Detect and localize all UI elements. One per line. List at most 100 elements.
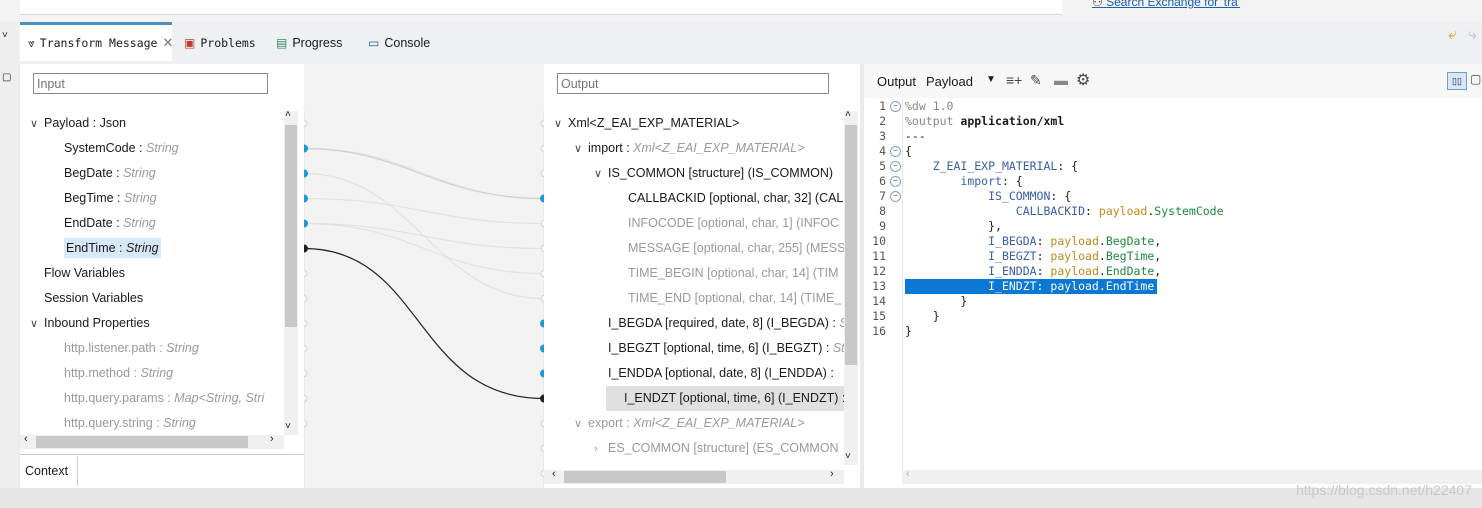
output-tree-row[interactable]: TIME_END [optional, char, 14] (TIME_	[628, 286, 841, 311]
code-line[interactable]: ---	[905, 129, 926, 144]
code-line[interactable]: %dw 1.0	[905, 99, 953, 114]
code-line[interactable]: }	[905, 294, 967, 309]
input-tree-row[interactable]: http.method : String	[64, 361, 173, 386]
input-tree-row[interactable]: http.listener.path : String	[64, 336, 199, 361]
back-arrow-icon[interactable]: ⤶	[1448, 26, 1457, 44]
input-connector-dot[interactable]	[304, 244, 308, 253]
code-line[interactable]: CALLBACKID: payload.SystemCode	[905, 204, 1224, 219]
input-tree-row[interactable]: BegTime : String	[64, 186, 157, 211]
scroll-up-icon[interactable]: ˄	[845, 109, 851, 120]
edit-icon[interactable]: ✎	[1030, 72, 1042, 89]
output-tree-row[interactable]: ∨ IS_COMMON [structure] (IS_COMMON)	[594, 161, 833, 186]
input-tree-row[interactable]: http.query.params : Map<String, Stri	[64, 386, 264, 411]
payload-selector[interactable]: Payload	[926, 74, 973, 89]
expand-chevron-icon[interactable]: ∨	[594, 162, 608, 187]
output-tree-row[interactable]: ∨ import : Xml<Z_EAI_EXP_MATERIAL>	[574, 136, 805, 161]
fold-toggle-icon[interactable]: −	[890, 176, 901, 187]
code-line[interactable]: },	[905, 219, 1002, 234]
tab-problems[interactable]: ▣ Problems	[184, 22, 256, 64]
input-connector-dot[interactable]	[304, 395, 308, 402]
input-connector-dot[interactable]	[304, 270, 308, 277]
expand-chevron-icon[interactable]: ∨	[574, 412, 588, 437]
output-tree-row[interactable]: I_ENDZT [optional, time, 6] (I_ENDZT) : …	[606, 386, 844, 411]
code-line[interactable]: I_ENDDA: payload.EndDate,	[905, 264, 1161, 279]
search-exchange-link[interactable]: ⚇ Search Exchange for 'tra'	[1092, 0, 1240, 9]
fold-toggle-icon[interactable]: −	[890, 191, 901, 202]
scroll-down-icon[interactable]: ˅	[845, 451, 851, 462]
close-icon[interactable]: ✕	[162, 35, 173, 51]
fold-toggle-icon[interactable]: −	[890, 161, 901, 172]
output-tree-row[interactable]: MESSAGE [optional, char, 255] (MESS	[628, 236, 844, 261]
code-line[interactable]: }	[905, 309, 940, 324]
scroll-right-icon[interactable]: ›	[830, 468, 834, 480]
add-output-icon[interactable]: ≡+	[1006, 72, 1022, 88]
expand-chevron-icon[interactable]: ∨	[30, 112, 44, 137]
output-vertical-scrollbar[interactable]: ˄ ˅	[844, 109, 858, 465]
expand-chevron-icon[interactable]: ›	[594, 437, 608, 462]
input-connector-dot[interactable]	[304, 370, 308, 377]
window-icon[interactable]: ▢	[2, 72, 11, 83]
dropdown-arrow-icon[interactable]: ▼	[986, 74, 996, 85]
mapping-canvas[interactable]	[304, 64, 544, 488]
source-view-toggle-icon[interactable]: ▯▯	[1447, 72, 1467, 90]
expand-chevron-icon[interactable]: ∨	[574, 137, 588, 162]
fold-toggle-icon[interactable]: −	[890, 101, 901, 112]
input-tree-row[interactable]: BegDate : String	[64, 161, 156, 186]
scroll-thumb[interactable]	[285, 125, 297, 327]
input-tree-row[interactable]: EndTime : String	[64, 236, 161, 261]
input-connector-dot[interactable]	[304, 120, 308, 127]
code-line[interactable]: Z_EAI_EXP_MATERIAL: {	[905, 159, 1078, 174]
scroll-left-icon[interactable]: ‹	[552, 468, 556, 480]
input-connector-dot[interactable]	[304, 320, 308, 327]
output-horizontal-scrollbar[interactable]: ‹ ›	[544, 468, 844, 484]
code-line[interactable]: {	[905, 144, 912, 159]
input-tree-row[interactable]: http.query.string : String	[64, 411, 196, 436]
input-horizontal-scrollbar[interactable]: ‹ ›	[20, 433, 284, 449]
input-tree-row[interactable]: ∨ Inbound Properties	[30, 311, 150, 336]
code-line[interactable]: %output application/xml	[905, 114, 1064, 129]
code-line[interactable]: import: {	[905, 174, 1022, 189]
scroll-right-icon[interactable]: ›	[270, 433, 274, 445]
output-tree-row[interactable]: INFOCODE [optional, char, 1] (INFOC	[628, 211, 839, 236]
scroll-left-icon[interactable]: ‹	[24, 433, 28, 445]
split-view-icon[interactable]: ▢	[1470, 72, 1481, 86]
output-tree-row[interactable]: ∨ Xml<Z_EAI_EXP_MATERIAL>	[554, 111, 739, 136]
tab-transform-message[interactable]: ⩔ Transform Message ✕	[20, 22, 173, 61]
code-area[interactable]: 1− %dw 1.0 2 %output application/xml 3 --- 4−{…	[864, 98, 1482, 470]
input-tree-row[interactable]: ∨ Payload : Json	[30, 111, 126, 136]
code-line[interactable]: I_BEGZT: payload.BegTime,	[905, 249, 1161, 264]
tab-progress[interactable]: ▤ Progress	[276, 22, 342, 64]
code-line[interactable]: I_BEGDA: payload.BegDate,	[905, 234, 1161, 249]
input-tree-row[interactable]: EndDate : String	[64, 211, 156, 236]
input-connector-dot[interactable]	[304, 144, 308, 153]
tab-console[interactable]: ▭ Console	[368, 22, 430, 64]
expand-chevron-icon[interactable]: ∨	[30, 312, 44, 337]
forward-arrow-icon[interactable]: ⤷	[1468, 26, 1477, 44]
input-connector-dot[interactable]	[304, 295, 308, 302]
output-tree-row[interactable]: I_BEGDA [required, date, 8] (I_BEGDA) : …	[594, 311, 844, 336]
context-tab[interactable]: Context	[20, 456, 78, 486]
output-tree-row[interactable]: TIME_BEGIN [optional, char, 14] (TIM	[628, 261, 839, 286]
output-tree-row[interactable]: CALLBACKID [optional, char, 32] (CAL	[628, 186, 843, 211]
output-tree-row[interactable]: I_BEGZT [optional, time, 6] (I_BEGZT) : …	[594, 336, 844, 361]
scroll-thumb[interactable]	[564, 471, 726, 483]
input-search-field[interactable]	[33, 73, 268, 94]
code-line[interactable]: }	[905, 324, 912, 339]
delete-icon[interactable]: ▬	[1054, 72, 1068, 88]
scroll-thumb[interactable]	[36, 436, 248, 448]
input-tree-row[interactable]: SystemCode : String	[64, 136, 179, 161]
settings-gear-icon[interactable]: ⚙	[1076, 70, 1090, 90]
input-tree-row[interactable]: Session Variables	[30, 286, 143, 311]
input-connector-dot[interactable]	[304, 345, 308, 352]
scroll-thumb[interactable]	[845, 125, 857, 365]
input-tree-row[interactable]: Flow Variables	[30, 261, 125, 286]
input-connector-dot[interactable]	[304, 420, 308, 427]
expand-chevron-icon[interactable]: ∨	[554, 112, 568, 137]
scroll-left-icon[interactable]: ‹	[906, 468, 910, 480]
chevron-down-icon[interactable]: ˅	[2, 30, 8, 41]
output-tree-row[interactable]: I_ENDDA [optional, date, 8] (I_ENDDA) :	[594, 361, 834, 386]
output-tree-row[interactable]: ∨ export : Xml<Z_EAI_EXP_MATERIAL>	[574, 411, 805, 436]
scroll-up-icon[interactable]: ˄	[285, 109, 291, 120]
input-vertical-scrollbar[interactable]: ˄ ˅	[284, 109, 298, 435]
input-connector-dot[interactable]	[304, 219, 308, 228]
